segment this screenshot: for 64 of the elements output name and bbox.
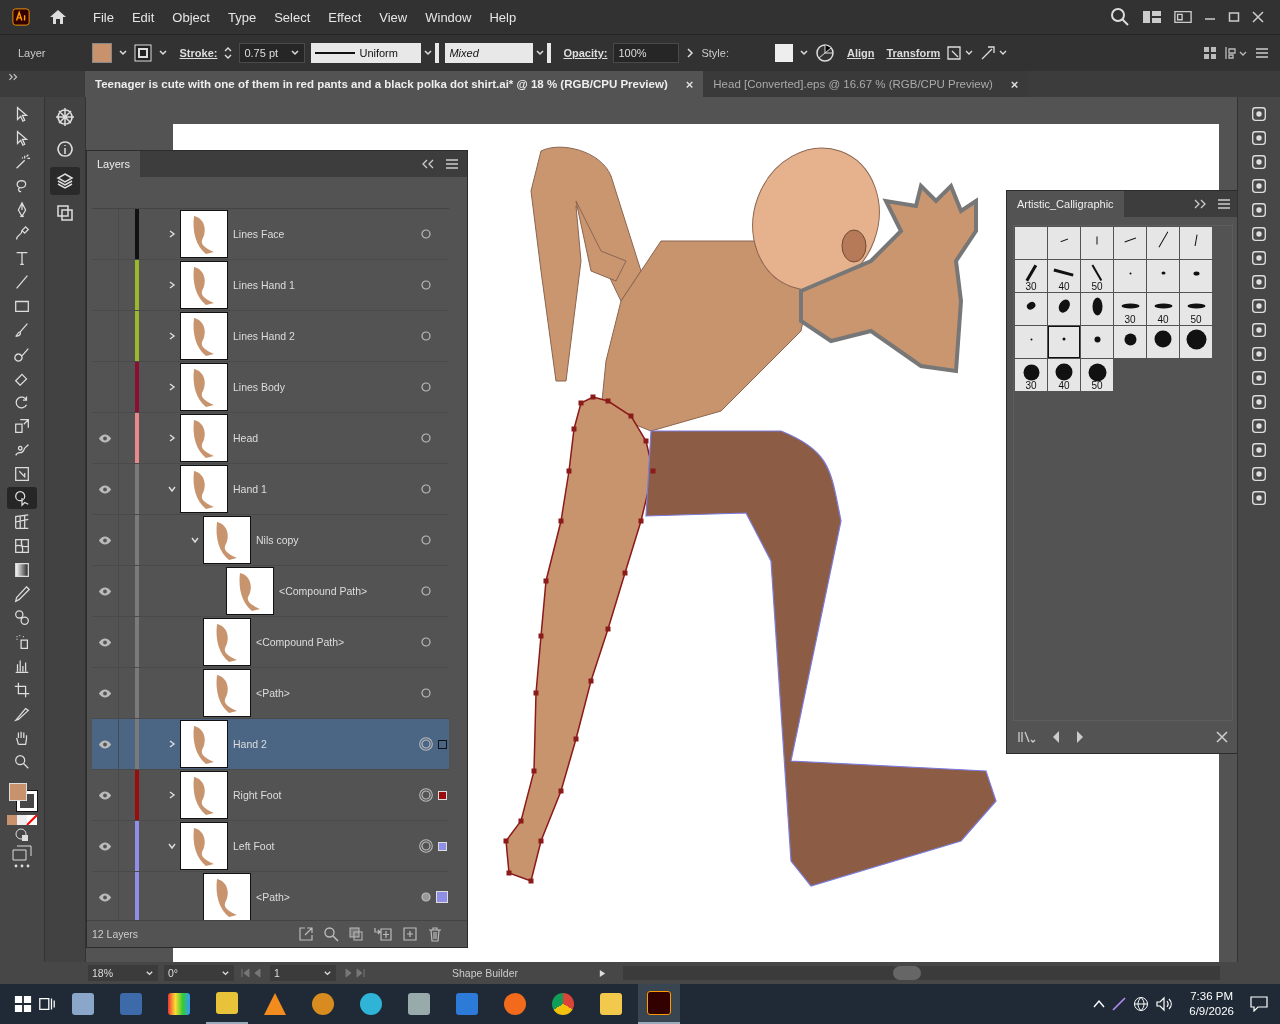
clock-date[interactable]: 6/9/2026 [1189,1004,1234,1019]
menu-item[interactable]: Window [422,9,475,25]
layer-row[interactable]: Lines Face [92,209,449,260]
layer-name: Right Foot [233,789,282,801]
current-tool-label: Shape Builder [452,967,519,979]
brush-swatch[interactable]: 30 [1015,359,1047,391]
menu-item[interactable]: Effect [325,9,365,25]
panel-tab[interactable]: Artistic_Calligraphic [1007,191,1124,217]
brush-swatch[interactable]: 50 [1081,260,1113,292]
layer-row[interactable]: Hand 1 [92,464,449,515]
layer-row[interactable]: Head [92,413,449,464]
style-label: Style: [701,47,729,59]
brush-swatch[interactable]: 30 [1015,260,1047,292]
layer-row[interactable]: Hand 2 [92,719,449,770]
artboard-dropdown[interactable]: 1 [270,965,336,981]
layer-name: Lines Face [233,228,285,240]
brush-dropdown[interactable]: Mixed [445,43,552,63]
menu-item[interactable]: Type [224,9,260,25]
layer-name: Nils copy [256,534,299,546]
transform-link[interactable]: Transform [886,47,941,59]
layer-name: <Compound Path> [256,636,345,648]
layer-row[interactable]: Left Foot [92,821,449,872]
opacity-field[interactable]: 100% [613,43,680,63]
opacity-label[interactable]: Opacity: [563,47,608,59]
layer-name: Hand 1 [233,483,267,495]
menu-item[interactable]: File [90,9,117,25]
layer-name: Left Foot [233,840,275,852]
stroke-label[interactable]: Stroke: [179,47,218,59]
layer-row[interactable]: Nils copy [92,515,449,566]
layer-row[interactable]: <Compound Path> [92,617,449,668]
stroke-weight-field[interactable]: 0.75 pt [239,43,306,63]
brush-swatch[interactable]: 40 [1147,293,1179,325]
layer-row[interactable]: <Compound Path> [92,566,449,617]
panel-tab[interactable]: Layers [87,151,141,177]
stroke-profile-dropdown[interactable]: Uniform [311,43,440,63]
layer-name: Lines Body [233,381,285,393]
layer-name: Lines Hand 1 [233,279,295,291]
layer-row[interactable]: Lines Body [92,362,449,413]
layer-name: <Compound Path> [279,585,368,597]
selection-label: Layer [18,47,46,59]
clock-time[interactable]: 7:36 PM [1190,989,1234,1004]
layer-count: 12 Layers [92,928,139,940]
brush-swatch[interactable]: 50 [1180,293,1212,325]
layer-name: <Path> [256,687,290,699]
rotation-dropdown[interactable]: 0° [164,965,234,981]
menu-item[interactable]: Edit [128,9,158,25]
menu-item[interactable]: Object [169,9,213,25]
brush-swatch[interactable]: 50 [1081,359,1113,391]
document-tab[interactable]: Teenager is cute with one of them in red pants and a black polka dot shirt.ai* @ 18 % (RGB/CPU Preview) × [85,71,704,97]
layer-name: Hand 2 [233,738,267,750]
brush-swatch[interactable]: 40 [1048,260,1080,292]
menu-item[interactable]: Help [486,9,520,25]
layer-name: <Path> [256,891,290,903]
layer-row[interactable]: Lines Hand 1 [92,260,449,311]
layer-row[interactable]: Right Foot [92,770,449,821]
zoom-dropdown[interactable]: 18% [88,965,158,981]
menu-item[interactable]: Select [271,9,314,25]
brush-swatch[interactable]: 40 [1048,359,1080,391]
layer-name: Lines Hand 2 [233,330,295,342]
layer-row[interactable]: Lines Hand 2 [92,311,449,362]
menu-item[interactable]: View [376,9,411,25]
brush-swatch[interactable]: 30 [1114,293,1146,325]
layer-name: Head [233,432,259,444]
align-link[interactable]: Align [846,47,875,59]
